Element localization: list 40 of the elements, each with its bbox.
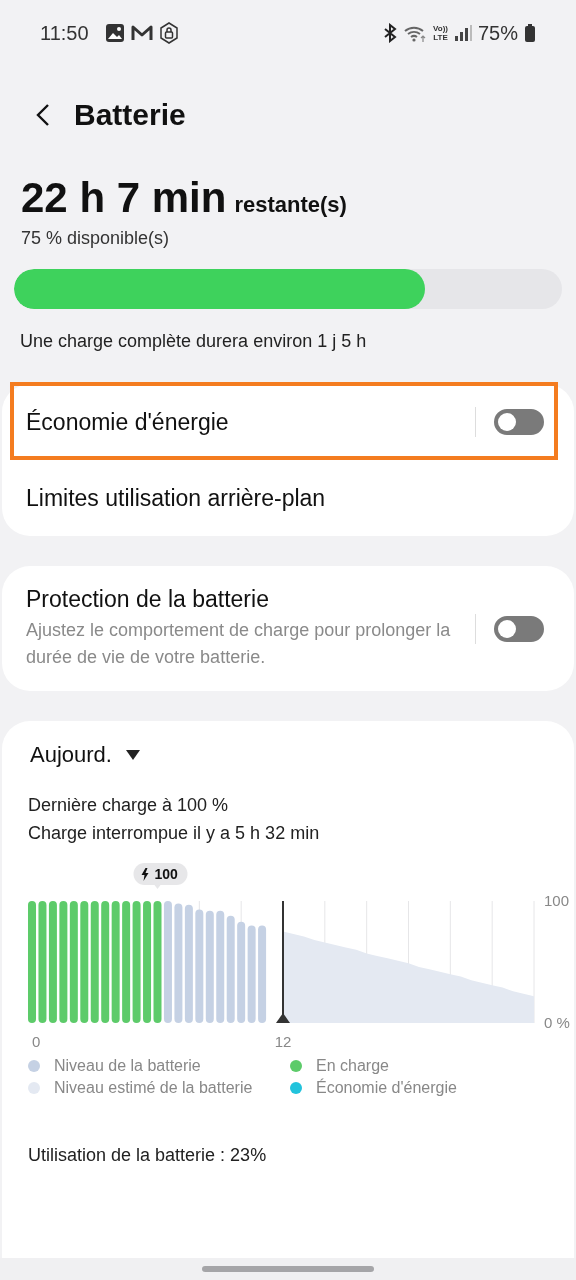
y-tick-label: 100: [544, 892, 570, 909]
setting-row[interactable]: Limites utilisation arrière-plan: [2, 460, 574, 536]
toggle-switch[interactable]: [494, 615, 544, 642]
setting-label: Économie d'énergie: [26, 408, 230, 436]
clock-time: 11:50: [40, 21, 89, 45]
last-charge-text: Dernière charge à 100 %: [28, 794, 230, 817]
legend-label: En charge: [316, 1057, 389, 1075]
image-icon: [104, 23, 125, 43]
legend-label: Économie d'énergie: [316, 1079, 457, 1097]
back-icon[interactable]: [36, 103, 50, 127]
network-label: Vo)): [433, 24, 448, 33]
y-tick-label: 0 %: [544, 1014, 570, 1031]
charge-stopped-text: Charge interrompue il y a 5 h 32 min: [28, 822, 321, 845]
caret-icon: [125, 750, 140, 760]
battery-icon: [524, 23, 536, 43]
annotation: 100: [154, 866, 179, 882]
battery-usage-text: Utilisation de la batterie : 23%: [27, 1145, 268, 1166]
setting-label: Limites utilisation arrière-plan: [26, 484, 327, 512]
setting-description: Ajustez le comportement de charge pour prolonger la durée de vie de votre batterie.: [26, 619, 452, 669]
network-label: LTE: [433, 33, 448, 42]
signal-icon: [453, 24, 472, 42]
remaining-time: 22 h 7 min: [21, 174, 227, 222]
legend-label: Niveau estimé de la batterie: [54, 1079, 253, 1097]
full-charge-text: Une charge complète durera environ 1 j 5 h: [19, 331, 368, 352]
available-text: 75 % disponible(s): [20, 228, 171, 249]
page-title: Batterie: [74, 98, 186, 132]
setting-label: Protection de la batterie: [26, 586, 270, 613]
setting-row[interactable]: Économie d'énergie: [2, 384, 574, 460]
x-tick-label: 0: [32, 1033, 41, 1050]
legend-label: Niveau de la batterie: [54, 1057, 201, 1075]
mail-icon: [130, 24, 153, 42]
lock-icon: [158, 22, 179, 44]
toggle-switch[interactable]: [494, 409, 544, 435]
battery-percent: 75%: [477, 21, 518, 45]
remaining-label: restante(s): [234, 192, 347, 218]
x-tick-label: 12: [274, 1033, 292, 1050]
period-dropdown[interactable]: Aujourd.: [2, 741, 146, 769]
setting-row[interactable]: Protection de la batterie Ajustez le comportement de charge pour prolonger la durée de vie de votre batterie.: [2, 566, 574, 691]
home-handle[interactable]: [202, 1266, 374, 1272]
bluetooth-icon: [383, 23, 397, 43]
